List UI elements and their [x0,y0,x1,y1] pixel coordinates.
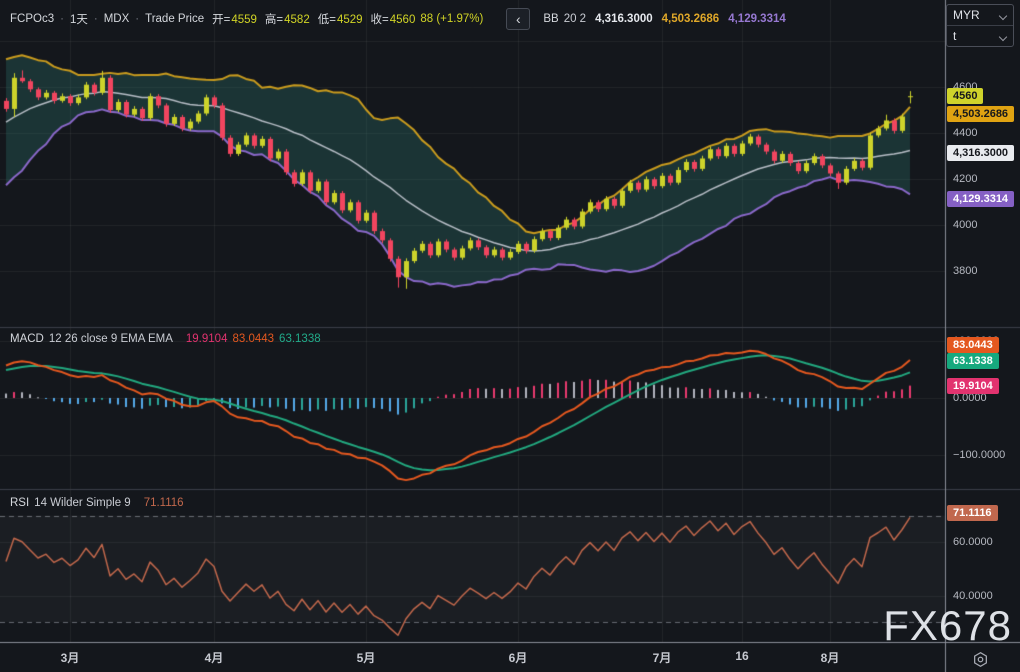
chevron-down-icon [1000,12,1007,19]
ohlc-high: 高=4582 [265,11,310,27]
bb-basis-badge: 4,316.3000 [947,145,1014,161]
series-type-label: Trade Price [145,13,204,25]
macd-signal-value: 63.1338 [279,333,321,345]
exchange-label: MDX [104,13,130,25]
rsi-title: RSI [10,497,29,509]
bb-lower-badge: 4,129.3314 [947,191,1014,207]
macd-line-badge: 83.0443 [947,337,999,353]
rsi-tick-label: 40.0000 [953,590,993,602]
rsi-legend[interactable]: RSI 14 Wilder Simple 9 71.1116 [10,497,184,509]
time-tick-label: 8月 [821,649,840,666]
unit-value: t [953,29,956,43]
collapse-legend-button[interactable]: ‹ [506,8,530,30]
separator-dot: · [60,13,64,25]
bb-upper-value: 4,503.2686 [662,13,720,25]
currency-value: MYR [953,8,980,22]
rsi-tick-label: 60.0000 [953,536,993,548]
bb-upper-badge: 4,503.2686 [947,106,1014,122]
price-tick-label: 4000 [953,219,977,231]
time-tick-label: 4月 [205,649,224,666]
interval-label: 1天 [70,11,88,27]
price-axis[interactable]: 46004400420040003800100.00000.0000−100.0… [946,0,1020,642]
time-tick-label: 7月 [653,649,672,666]
symbol-name: FCPOc3 [10,13,54,25]
rsi-value-badge: 71.1116 [947,505,998,521]
ohlc-low: 低=4529 [318,11,363,27]
macd-tick-label: −100.0000 [953,449,1005,461]
rsi-params: 14 Wilder Simple 9 [34,497,131,509]
macd-title: MACD [10,333,44,345]
time-tick-label: 16 [735,649,748,663]
time-tick-label: 5月 [357,649,376,666]
macd-params: 12 26 close 9 EMA EMA [49,333,173,345]
bb-basis-value: 4,316.3000 [595,13,653,25]
bb-lower-value: 4,129.3314 [728,13,786,25]
main-legend[interactable]: FCPOc3 · 1天 · MDX · Trade Price 开=4559 高… [10,8,786,30]
symbol-controls: MYR t [946,4,1014,47]
bb-params: 20 2 [564,13,586,25]
price-tick-label: 3800 [953,265,977,277]
macd-line-value: 83.0443 [232,333,274,345]
price-tick-label: 4400 [953,127,977,139]
bb-title: BB [543,13,558,25]
trading-chart-app: FCPOc3 · 1天 · MDX · Trade Price 开=4559 高… [0,0,1020,672]
chevron-down-icon [1000,33,1007,40]
time-tick-label: 3月 [61,649,80,666]
macd-hist-value: 19.9104 [186,333,228,345]
separator-dot: · [94,13,98,25]
macd-hist-badge: 19.9104 [947,378,999,394]
settings-gear-icon[interactable] [971,650,989,668]
currency-dropdown[interactable]: MYR [947,5,1013,25]
time-axis[interactable]: 3月 4月 5月 6月 7月 16 8月 [0,644,945,672]
last-price-badge: 4560 [947,88,983,104]
separator-dot: · [135,13,139,25]
ohlc-open: 开=4559 [212,11,257,27]
unit-dropdown[interactable]: t [947,26,1013,46]
ohlc-close: 收=4560 [371,11,416,27]
time-tick-label: 6月 [509,649,528,666]
macd-legend[interactable]: MACD 12 26 close 9 EMA EMA 19.9104 83.04… [10,333,321,345]
price-tick-label: 4200 [953,173,977,185]
rsi-value: 71.1116 [144,497,184,509]
change-label: 88 (+1.97%) [420,13,483,25]
macd-signal-badge: 63.1338 [947,353,999,369]
macd-tick-label: 0.0000 [953,392,987,404]
